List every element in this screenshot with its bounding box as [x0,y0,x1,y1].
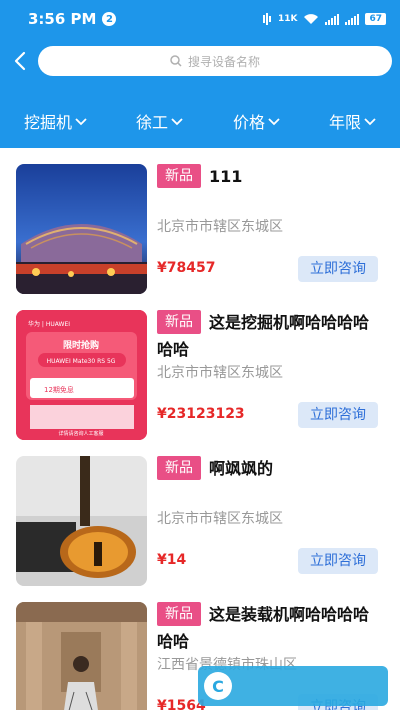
consult-button[interactable]: 立即咨询 [298,402,378,428]
product-price: ¥14 [157,552,187,568]
signal-icon [325,13,340,25]
search-input[interactable]: 搜寻设备名称 [38,46,392,76]
wifi-icon [304,14,319,24]
battery-indicator: 67 [365,13,386,25]
list-item[interactable]: 新品 啊飒飒的 北京市市辖区东城区 ¥14 立即咨询 [0,440,400,586]
chevron-down-icon [364,118,376,126]
list-item[interactable]: 华为 | HUAWEI 限时抢购 HUAWEI Mate30 RS 5G 12期… [0,294,400,440]
signal-icon-2 [345,13,360,25]
product-image[interactable]: 华为 | HUAWEI 限时抢购 HUAWEI Mate30 RS 5G 12期… [16,310,147,440]
status-icons: 11K 67 [262,13,386,25]
network-speed: 11K [277,14,298,24]
consult-button[interactable]: 立即咨询 [298,548,378,574]
product-image[interactable] [16,164,147,294]
product-image[interactable] [16,602,147,710]
chevron-down-icon [75,118,87,126]
filter-category[interactable]: 挖掘机 [24,109,88,133]
product-title: 这是挖掘机啊哈哈哈哈哈哈 [157,313,370,359]
promo-headline: 限时抢购 [63,339,99,351]
filter-year[interactable]: 年限 [329,109,377,133]
filter-price[interactable]: 价格 [233,109,281,133]
consult-button[interactable]: 立即咨询 [298,256,378,282]
status-bar: 3:56 PM 2 11K 67 [0,0,400,38]
product-price: ¥23123123 [157,406,245,422]
status-time: 3:56 PM [28,10,97,28]
chevron-down-icon [171,118,183,126]
promo-brand: 华为 | HUAWEI [28,320,70,328]
header: 搜寻设备名称 挖掘机 徐工 价格 年限 [0,38,400,148]
svg-text:C: C [212,677,224,696]
search-placeholder: 搜寻设备名称 [187,54,260,69]
promo-badge: 12期免息 [44,385,74,394]
filter-bar: 挖掘机 徐工 价格 年限 [0,104,400,138]
promo-caption: 详情请咨询人工客服 [58,430,103,437]
product-title: 111 [209,167,243,186]
list-item[interactable]: 新品 111 北京市市辖区东城区 ¥78457 立即咨询 [0,148,400,294]
product-location: 北京市市辖区东城区 [157,511,283,527]
product-location: 北京市市辖区东城区 [157,365,283,381]
promo-model: HUAWEI Mate30 RS 5G [47,358,116,365]
product-title: 啊飒飒的 [209,459,274,478]
chevron-down-icon [268,118,280,126]
back-arrow-icon[interactable] [10,50,32,72]
product-location: 北京市市辖区东城区 [157,219,283,235]
product-image[interactable] [16,456,147,586]
filter-brand-label: 徐工 [136,113,169,132]
product-price: ¥78457 [157,260,216,276]
alarm-icon [262,13,271,25]
filter-category-label: 挖掘机 [24,113,73,132]
product-title: 这是装载机啊哈哈哈哈哈哈 [157,605,370,651]
notification-count-badge: 2 [102,12,117,26]
watermark-logo: C [198,666,388,706]
filter-brand[interactable]: 徐工 [136,109,184,133]
search-icon [170,55,182,67]
filter-year-label: 年限 [329,113,362,132]
filter-price-label: 价格 [233,113,266,132]
